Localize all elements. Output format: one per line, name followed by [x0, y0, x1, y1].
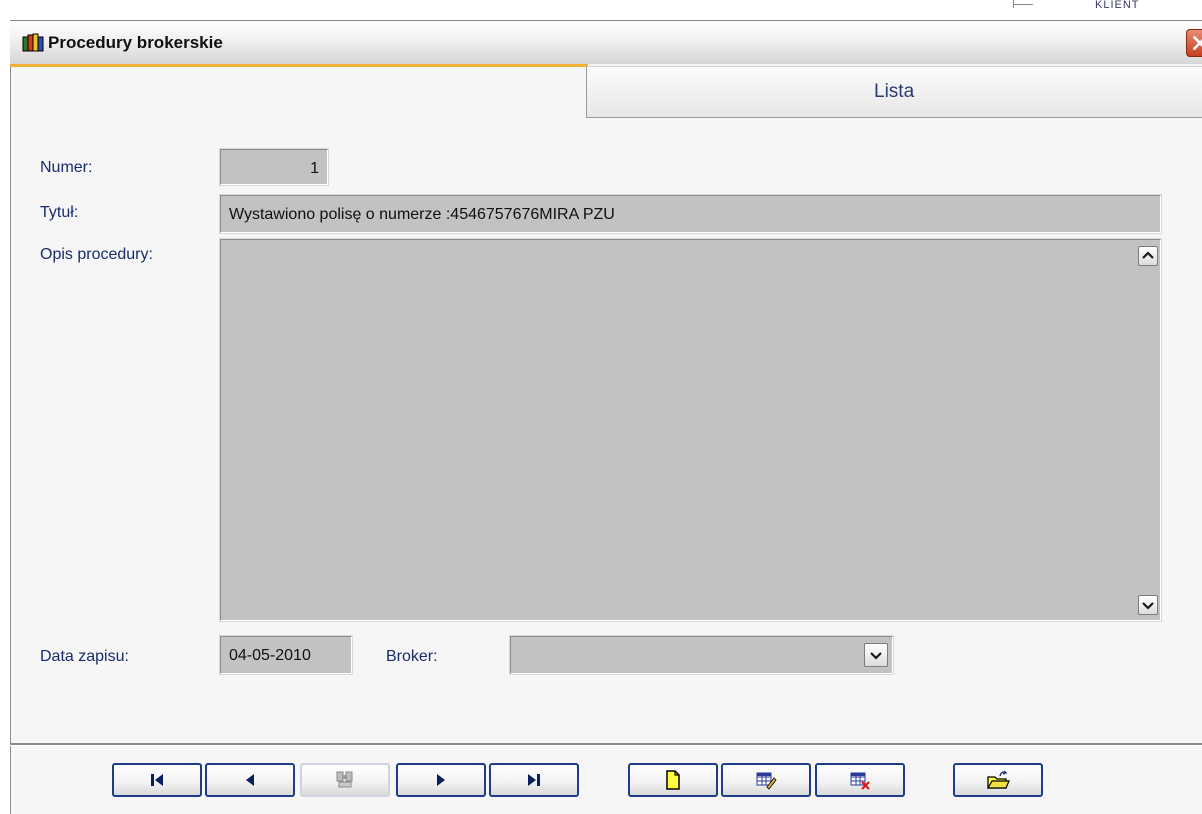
- previous-record-button[interactable]: [205, 763, 295, 797]
- new-record-button[interactable]: [628, 763, 718, 797]
- last-record-button[interactable]: [489, 763, 579, 797]
- first-icon: [151, 774, 163, 786]
- scroll-down-button[interactable]: [1138, 595, 1158, 615]
- find-record-button[interactable]: [300, 763, 390, 797]
- edit-grid-icon: [756, 772, 777, 790]
- opis-procedury-label: Opis procedury:: [40, 246, 153, 263]
- delete-record-button[interactable]: [815, 763, 905, 797]
- last-icon: [528, 774, 540, 786]
- chevron-down-icon: [1142, 602, 1154, 610]
- app-books-icon: [22, 33, 44, 52]
- broker-select[interactable]: [509, 635, 894, 675]
- scroll-up-button[interactable]: [1138, 246, 1158, 266]
- binoculars-icon: [336, 771, 353, 788]
- broker-dropdown-button[interactable]: [864, 643, 888, 667]
- opis-procedury-textarea[interactable]: [219, 238, 1162, 622]
- delete-grid-icon: [850, 772, 870, 790]
- toolbar-separator: [10, 743, 1202, 746]
- open-folder-icon: [986, 770, 1010, 789]
- background-partial-text: KLIENT: [1095, 0, 1140, 10]
- window-border: [10, 64, 11, 814]
- numer-field[interactable]: 1: [219, 148, 329, 186]
- numer-label: Numer:: [40, 159, 93, 176]
- data-zapisu-label: Data zapisu:: [40, 648, 129, 665]
- title-bar[interactable]: Procedury brokerskie: [10, 20, 1202, 64]
- broker-label: Broker:: [386, 648, 438, 665]
- tab-lista[interactable]: Lista: [586, 66, 1202, 118]
- background-window-edge: [1013, 4, 1033, 5]
- tab-form-active[interactable]: [10, 64, 588, 67]
- previous-icon: [246, 774, 254, 786]
- close-icon: [1193, 36, 1202, 50]
- data-zapisu-field[interactable]: 04-05-2010: [219, 635, 353, 675]
- next-icon: [437, 774, 445, 786]
- edit-record-button[interactable]: [721, 763, 811, 797]
- first-record-button[interactable]: [112, 763, 202, 797]
- tytul-field[interactable]: Wystawiono polisę o numerze :4546757676M…: [219, 194, 1162, 234]
- close-form-button[interactable]: [953, 763, 1043, 797]
- chevron-down-icon: [870, 652, 882, 660]
- new-document-icon: [666, 770, 680, 790]
- close-button[interactable]: [1186, 29, 1202, 57]
- next-record-button[interactable]: [396, 763, 486, 797]
- tab-lista-label: Lista: [874, 81, 915, 102]
- window-title: Procedury brokerskie: [48, 33, 223, 52]
- tytul-label: Tytuł:: [40, 204, 79, 221]
- scrollbar-track[interactable]: [1136, 242, 1160, 618]
- chevron-up-icon: [1142, 251, 1154, 259]
